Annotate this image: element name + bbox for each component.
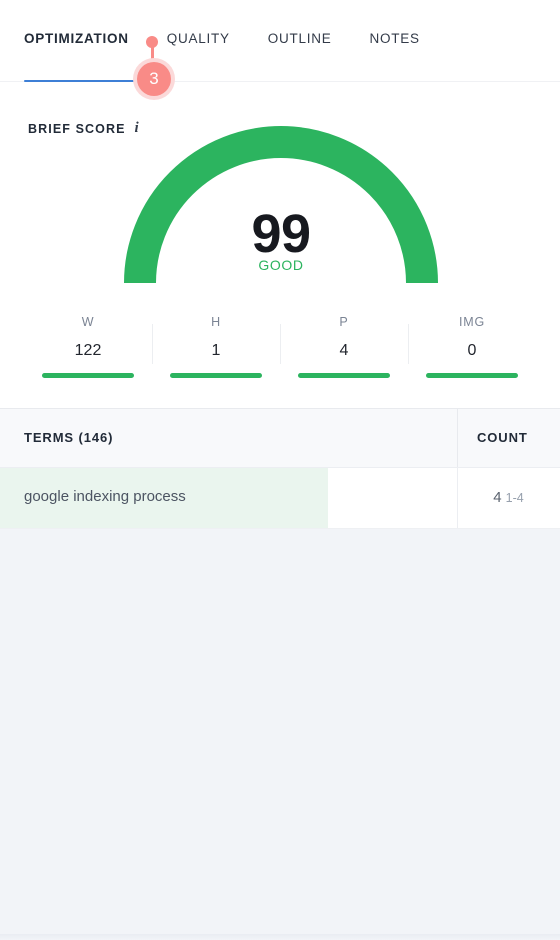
terms-table: TERMS (146) COUNT google indexing proces… <box>0 408 560 940</box>
metric-p-label: P <box>339 315 349 329</box>
metric-img-value: 0 <box>467 342 477 359</box>
notification-badge[interactable]: 3 <box>137 62 171 96</box>
metric-h-value: 1 <box>211 342 221 359</box>
metric-img: IMG 0 <box>408 312 536 384</box>
header-column-divider <box>457 409 458 467</box>
tab-quality-label: QUALITY <box>166 31 230 46</box>
metric-img-bar <box>426 373 518 378</box>
tab-list: OPTIMIZATION QUALITY OUTLINE NOTES <box>24 31 420 46</box>
tab-quality[interactable]: QUALITY <box>167 31 230 46</box>
optimization-panel: OPTIMIZATION QUALITY OUTLINE NOTES 3 BRI… <box>0 0 560 940</box>
metric-h-bar <box>170 373 262 378</box>
metric-w-bar <box>42 373 134 378</box>
metric-img-label: IMG <box>458 315 485 329</box>
table-bottom-shadow <box>0 934 560 940</box>
tab-optimization[interactable]: OPTIMIZATION <box>24 31 129 46</box>
metric-h: H 1 <box>152 312 280 384</box>
tab-notes-label: NOTES <box>369 31 420 46</box>
active-tab-underline <box>24 80 142 82</box>
term-count-range: 1-4 <box>505 491 524 505</box>
metric-h-label: H <box>211 315 221 329</box>
tab-notes[interactable]: NOTES <box>370 31 420 46</box>
term-count-value: 4 <box>493 489 502 506</box>
gauge-score-value: 99 <box>251 204 311 264</box>
term-count-cell: 4 1-4 <box>457 489 560 507</box>
tab-outline-label: OUTLINE <box>267 31 332 46</box>
terms-column-header: TERMS (146) <box>24 430 114 445</box>
metric-w-label: W <box>81 315 95 329</box>
metric-p: P 4 <box>280 312 408 384</box>
notification-badge-count: 3 <box>149 69 159 88</box>
metric-w: W 122 <box>24 312 152 384</box>
gauge-status-label: GOOD <box>258 257 304 273</box>
brief-score-title: BRIEF SCORE <box>28 121 126 136</box>
metric-p-value: 4 <box>339 342 349 359</box>
tab-optimization-label: OPTIMIZATION <box>24 31 129 46</box>
terms-table-header: TERMS (146) COUNT <box>0 408 560 468</box>
tab-bar: OPTIMIZATION QUALITY OUTLINE NOTES <box>0 0 560 82</box>
metrics-row: W 122 H 1 P 4 IMG 0 <box>24 312 536 384</box>
table-row[interactable]: google indexing process 4 1-4 <box>0 468 560 529</box>
metric-p-bar <box>298 373 390 378</box>
term-name: google indexing process <box>24 488 186 505</box>
count-column-header: COUNT <box>477 430 528 445</box>
brief-score-gauge: 99 GOOD <box>124 123 438 287</box>
metric-w-value: 122 <box>74 342 102 359</box>
tab-outline[interactable]: OUTLINE <box>268 31 332 46</box>
